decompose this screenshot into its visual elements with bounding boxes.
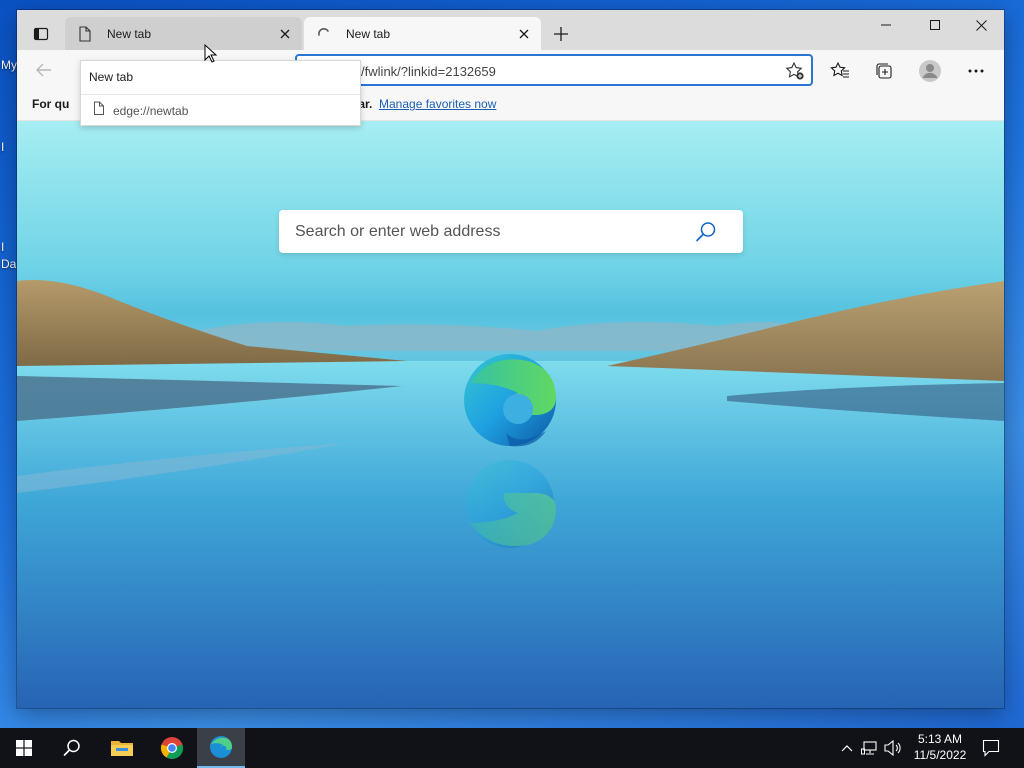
plus-icon bbox=[554, 27, 568, 41]
collections-icon bbox=[876, 63, 892, 79]
new-tab-button[interactable] bbox=[549, 22, 573, 46]
page-icon bbox=[77, 25, 93, 42]
tab-hover-card: New tab edge://newtab bbox=[80, 60, 361, 126]
taskbar-search-button[interactable] bbox=[48, 728, 96, 768]
tab-label: New tab bbox=[346, 26, 391, 41]
close-icon bbox=[975, 19, 987, 31]
clock-time: 5:13 AM bbox=[917, 732, 963, 746]
tab-actions-icon bbox=[33, 27, 49, 41]
chevron-up-icon bbox=[841, 745, 853, 752]
mouse-cursor-icon bbox=[204, 44, 218, 63]
edge-icon bbox=[210, 736, 232, 758]
maximize-button[interactable] bbox=[912, 10, 958, 40]
new-tab-page bbox=[17, 121, 1004, 708]
tab-new-tab-1[interactable]: New tab bbox=[65, 17, 302, 50]
taskbar-clock[interactable]: 5:13 AM 11/5/2022 bbox=[906, 731, 974, 763]
file-explorer-icon bbox=[111, 741, 133, 756]
more-dots-icon bbox=[968, 69, 984, 73]
avatar bbox=[919, 60, 941, 82]
add-to-favorites-icon[interactable] bbox=[785, 61, 805, 81]
desktop-icon-label: My bbox=[1, 58, 17, 72]
page-icon bbox=[93, 101, 105, 118]
search-icon bbox=[63, 739, 80, 756]
manage-favorites-link[interactable]: Manage favorites now bbox=[379, 97, 496, 111]
volume-button[interactable] bbox=[883, 738, 903, 758]
taskbar: 5:13 AM 11/5/2022 bbox=[0, 728, 1024, 768]
loading-spinner-icon bbox=[316, 26, 332, 42]
search-input[interactable] bbox=[279, 210, 689, 253]
maximize-icon bbox=[930, 20, 940, 30]
hover-card-title: New tab bbox=[89, 70, 134, 84]
divider bbox=[81, 94, 360, 95]
minimize-button[interactable] bbox=[863, 10, 909, 40]
arrow-left-icon bbox=[36, 63, 51, 77]
tab-actions-button[interactable] bbox=[23, 19, 59, 49]
network-icon bbox=[861, 741, 877, 755]
search-button[interactable] bbox=[693, 220, 719, 244]
desktop-icon-label: Da bbox=[1, 257, 17, 271]
chrome-icon bbox=[160, 737, 184, 760]
favorites-bar-text: For qu bbox=[32, 97, 70, 111]
hover-card-url: edge://newtab bbox=[113, 104, 189, 118]
network-button[interactable] bbox=[860, 738, 880, 758]
tab-label: New tab bbox=[107, 26, 152, 41]
close-tab-icon[interactable] bbox=[515, 25, 533, 43]
taskbar-file-explorer[interactable] bbox=[98, 728, 146, 768]
address-bar[interactable]: om/fwlink/?linkid=2132659 bbox=[295, 54, 813, 86]
clock-date: 11/5/2022 bbox=[913, 748, 967, 762]
search-icon bbox=[696, 222, 716, 242]
browser-window: New tab New tab om/fwlink/?linkid=213265… bbox=[17, 10, 1004, 708]
taskbar-edge[interactable] bbox=[197, 728, 245, 768]
tab-strip: New tab New tab bbox=[17, 10, 1004, 50]
start-button[interactable] bbox=[0, 728, 48, 768]
speaker-icon bbox=[884, 740, 901, 756]
settings-more-button[interactable] bbox=[963, 58, 989, 84]
favorites-button[interactable] bbox=[827, 58, 853, 84]
back-button[interactable] bbox=[31, 58, 57, 82]
taskbar-chrome[interactable] bbox=[148, 728, 196, 768]
desktop-icon-label: I bbox=[1, 240, 5, 254]
action-center-button[interactable] bbox=[981, 738, 1001, 758]
edge-logo bbox=[464, 354, 556, 548]
profile-button[interactable] bbox=[917, 58, 943, 84]
address-url: om/fwlink/?linkid=2132659 bbox=[343, 64, 496, 79]
desktop-icon-label: I bbox=[1, 140, 5, 154]
tab-new-tab-2[interactable]: New tab bbox=[304, 17, 541, 50]
windows-start-icon bbox=[16, 740, 32, 756]
favorites-star-icon bbox=[830, 61, 849, 78]
show-hidden-icons-button[interactable] bbox=[837, 738, 857, 758]
close-window-button[interactable] bbox=[958, 10, 1004, 40]
search-box[interactable] bbox=[279, 210, 743, 253]
minimize-icon bbox=[881, 24, 891, 26]
collections-button[interactable] bbox=[871, 58, 897, 84]
close-tab-icon[interactable] bbox=[276, 25, 294, 43]
notification-icon bbox=[982, 739, 1000, 757]
